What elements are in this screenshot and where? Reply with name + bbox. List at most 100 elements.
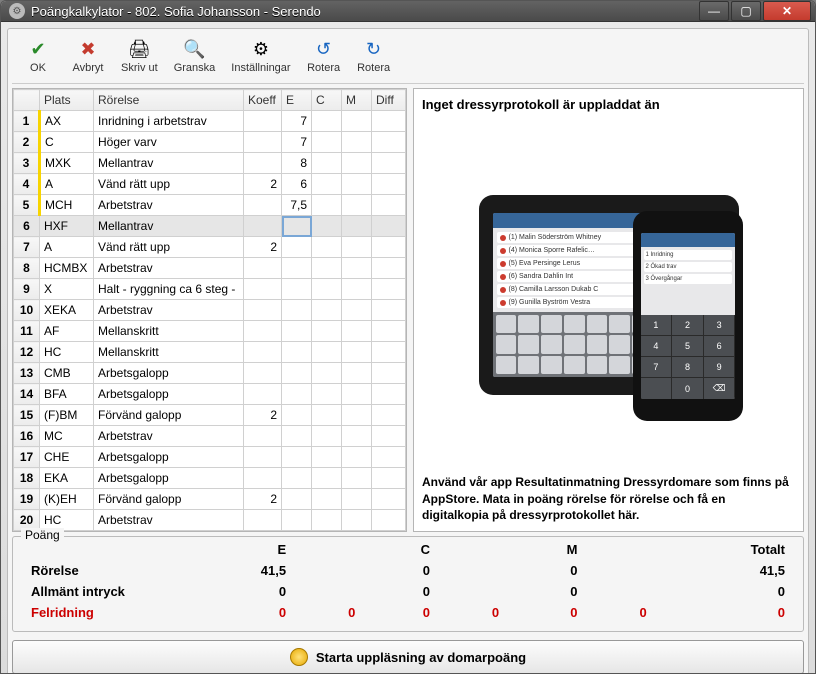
cell-m[interactable]	[342, 363, 372, 384]
cell-e[interactable]	[282, 237, 312, 258]
cell-rownum[interactable]: 4	[14, 174, 40, 195]
table-row[interactable]: 14BFAArbetsgalopp	[14, 384, 406, 405]
cell-plats[interactable]: CHE	[40, 447, 94, 468]
table-row[interactable]: 17CHEArbetsgalopp	[14, 447, 406, 468]
table-row[interactable]: 9XHalt - ryggning ca 6 steg -	[14, 279, 406, 300]
cell-diff[interactable]	[372, 195, 406, 216]
cell-diff[interactable]	[372, 510, 406, 531]
cell-rownum[interactable]: 19	[14, 489, 40, 510]
cell-c[interactable]	[312, 153, 342, 174]
cell-e[interactable]	[282, 321, 312, 342]
cell-rorelse[interactable]: Vänd rätt upp	[94, 237, 244, 258]
cell-plats[interactable]: AF	[40, 321, 94, 342]
cell-m[interactable]	[342, 468, 372, 489]
cell-koeff[interactable]	[244, 258, 282, 279]
cell-koeff[interactable]: 2	[244, 489, 282, 510]
cell-koeff[interactable]: 2	[244, 405, 282, 426]
ok-button[interactable]: ✔ OK	[14, 35, 62, 77]
cell-plats[interactable]: A	[40, 174, 94, 195]
cancel-button[interactable]: ✖ Avbryt	[64, 35, 112, 77]
movements-grid[interactable]: Plats Rörelse Koeff E C M Diff 1AXInridn…	[12, 88, 407, 532]
cell-diff[interactable]	[372, 363, 406, 384]
cell-koeff[interactable]	[244, 363, 282, 384]
settings-button[interactable]: ⚙ Inställningar	[224, 35, 297, 77]
cell-koeff[interactable]	[244, 132, 282, 153]
cell-e[interactable]	[282, 468, 312, 489]
cell-koeff[interactable]	[244, 195, 282, 216]
cell-e[interactable]	[282, 279, 312, 300]
cell-rownum[interactable]: 16	[14, 426, 40, 447]
table-row[interactable]: 10XEKAArbetstrav	[14, 300, 406, 321]
cell-c[interactable]	[312, 216, 342, 237]
window-close-button[interactable]: ✕	[763, 1, 811, 21]
cell-rorelse[interactable]: Förvänd galopp	[94, 489, 244, 510]
col-e[interactable]: E	[282, 90, 312, 111]
table-row[interactable]: 4AVänd rätt upp26	[14, 174, 406, 195]
col-rorelse[interactable]: Rörelse	[94, 90, 244, 111]
start-reading-button[interactable]: Starta uppläsning av domarpoäng	[12, 640, 804, 674]
cell-diff[interactable]	[372, 216, 406, 237]
cell-plats[interactable]: (K)EH	[40, 489, 94, 510]
cell-diff[interactable]	[372, 447, 406, 468]
cell-c[interactable]	[312, 510, 342, 531]
cell-e[interactable]	[282, 489, 312, 510]
table-row[interactable]: 5MCHArbetstrav7,5	[14, 195, 406, 216]
cell-diff[interactable]	[372, 132, 406, 153]
table-row[interactable]: 8HCMBXArbetstrav	[14, 258, 406, 279]
cell-diff[interactable]	[372, 468, 406, 489]
window-maximize-button[interactable]: ▢	[731, 1, 761, 21]
cell-e[interactable]: 7	[282, 132, 312, 153]
cell-koeff[interactable]	[244, 384, 282, 405]
table-row[interactable]: 16MCArbetstrav	[14, 426, 406, 447]
cell-rownum[interactable]: 17	[14, 447, 40, 468]
cell-diff[interactable]	[372, 405, 406, 426]
cell-c[interactable]	[312, 342, 342, 363]
cell-e[interactable]	[282, 300, 312, 321]
cell-m[interactable]	[342, 258, 372, 279]
cell-c[interactable]	[312, 321, 342, 342]
cell-m[interactable]	[342, 321, 372, 342]
cell-rownum[interactable]: 3	[14, 153, 40, 174]
cell-plats[interactable]: AX	[40, 111, 94, 132]
cell-rorelse[interactable]: Arbetsgalopp	[94, 384, 244, 405]
cell-rownum[interactable]: 1	[14, 111, 40, 132]
cell-koeff[interactable]	[244, 447, 282, 468]
cell-plats[interactable]: HC	[40, 342, 94, 363]
cell-koeff[interactable]	[244, 510, 282, 531]
cell-rorelse[interactable]: Arbetstrav	[94, 510, 244, 531]
cell-e[interactable]	[282, 342, 312, 363]
col-rownum[interactable]	[14, 90, 40, 111]
cell-c[interactable]	[312, 174, 342, 195]
cell-rorelse[interactable]: Arbetstrav	[94, 300, 244, 321]
cell-m[interactable]	[342, 132, 372, 153]
cell-rownum[interactable]: 2	[14, 132, 40, 153]
cell-rorelse[interactable]: Förvänd galopp	[94, 405, 244, 426]
cell-rorelse[interactable]: Mellanskritt	[94, 342, 244, 363]
cell-plats[interactable]: HCMBX	[40, 258, 94, 279]
cell-koeff[interactable]: 2	[244, 237, 282, 258]
cell-diff[interactable]	[372, 258, 406, 279]
cell-rownum[interactable]: 5	[14, 195, 40, 216]
col-c[interactable]: C	[312, 90, 342, 111]
cell-e[interactable]	[282, 384, 312, 405]
col-plats[interactable]: Plats	[40, 90, 94, 111]
cell-plats[interactable]: EKA	[40, 468, 94, 489]
cell-koeff[interactable]	[244, 279, 282, 300]
cell-rorelse[interactable]: Arbetstrav	[94, 195, 244, 216]
cell-diff[interactable]	[372, 384, 406, 405]
rotate-left-button[interactable]: ↺ Rotera	[300, 35, 348, 77]
cell-diff[interactable]	[372, 300, 406, 321]
cell-rownum[interactable]: 14	[14, 384, 40, 405]
cell-koeff[interactable]	[244, 321, 282, 342]
cell-m[interactable]	[342, 174, 372, 195]
col-m[interactable]: M	[342, 90, 372, 111]
col-koeff[interactable]: Koeff	[244, 90, 282, 111]
cell-rorelse[interactable]: Inridning i arbetstrav	[94, 111, 244, 132]
cell-plats[interactable]: (F)BM	[40, 405, 94, 426]
cell-rownum[interactable]: 11	[14, 321, 40, 342]
cell-rownum[interactable]: 9	[14, 279, 40, 300]
cell-rownum[interactable]: 13	[14, 363, 40, 384]
cell-c[interactable]	[312, 300, 342, 321]
cell-plats[interactable]: MC	[40, 426, 94, 447]
cell-plats[interactable]: X	[40, 279, 94, 300]
